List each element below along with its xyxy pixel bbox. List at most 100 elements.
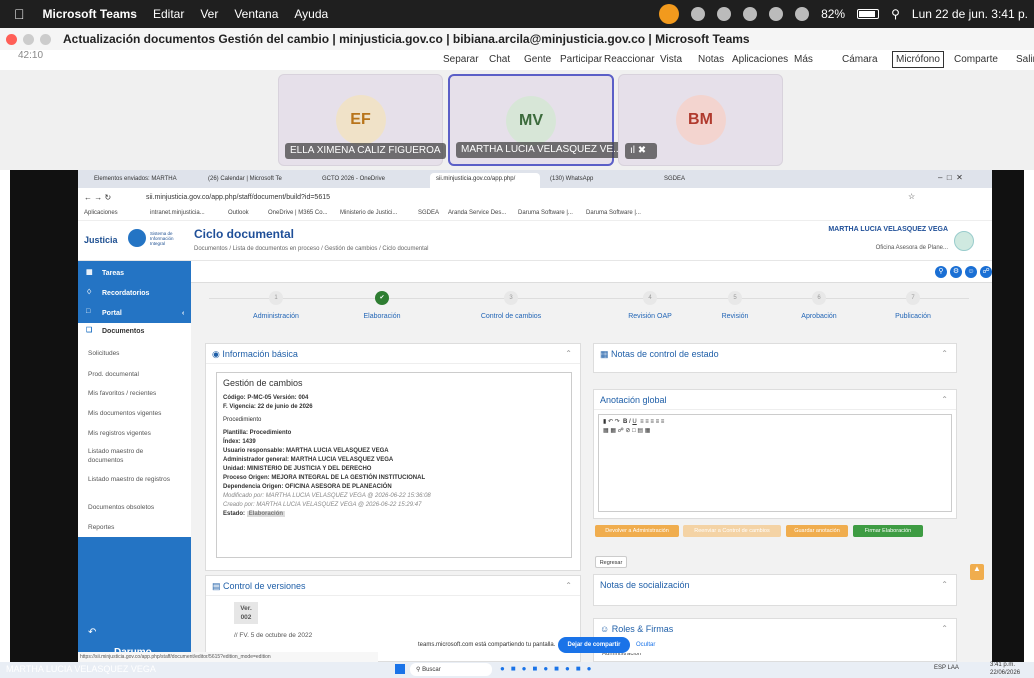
browser-tab[interactable]: Elementos enviados: MARTHA bbox=[88, 173, 198, 188]
step-revision[interactable]: 5 Revisión bbox=[690, 291, 780, 320]
submenu-favoritos[interactable]: Mis favoritos / recientes bbox=[88, 389, 178, 398]
status-icon[interactable] bbox=[743, 7, 758, 21]
bookmark[interactable]: OneDrive | M365 Co... bbox=[268, 210, 328, 216]
bookmark[interactable]: Outlook bbox=[228, 210, 249, 216]
link-icon[interactable]: ☍ bbox=[980, 266, 992, 278]
taskbar-search[interactable]: ⚲ Buscar bbox=[410, 663, 492, 676]
step-elaboracion[interactable]: ✔ Elaboración bbox=[337, 291, 427, 320]
menu-app[interactable]: Microsoft Teams bbox=[43, 7, 137, 21]
bookmark[interactable]: Daruma Software |... bbox=[518, 210, 573, 216]
submenu-prod-documental[interactable]: Prod. documental bbox=[88, 370, 178, 379]
close-window-button[interactable] bbox=[6, 33, 17, 45]
firmar-button[interactable]: Firmar Elaboración bbox=[853, 525, 923, 537]
browser-tab[interactable]: GCTO 2026 - OneDrive bbox=[316, 173, 426, 188]
chat-button[interactable]: Chat bbox=[489, 54, 510, 65]
participant-tile-active[interactable]: MV MARTHA LUCIA VELASQUEZ VE... bbox=[448, 74, 627, 166]
star-icon[interactable]: ☆ bbox=[908, 192, 915, 201]
hide-button[interactable]: Ocultar bbox=[636, 642, 655, 648]
info-header[interactable]: ◉ Información básica ⌃ bbox=[206, 344, 580, 364]
user-name[interactable]: MARTHA LUCIA VELASQUEZ VEGA bbox=[818, 226, 948, 233]
reenviar-button[interactable]: Reenviar a Control de cambios bbox=[683, 525, 781, 537]
menu-ayuda[interactable]: Ayuda bbox=[294, 7, 328, 21]
submenu-reportes[interactable]: Reportes bbox=[88, 523, 178, 532]
taskbar-date[interactable]: 22/06/2026 bbox=[990, 670, 1020, 676]
bookmark[interactable]: Ministerio de Justici... bbox=[340, 210, 397, 216]
wifi-icon[interactable] bbox=[795, 7, 810, 21]
windows-start-icon[interactable] bbox=[395, 664, 405, 674]
nav-arrows-icon[interactable]: ← → ↻ bbox=[84, 193, 111, 202]
submenu-mis-documentos[interactable]: Mis documentos vigentes bbox=[88, 409, 178, 418]
window-controls-icon[interactable]: – □ ✕ bbox=[938, 173, 963, 182]
bookmark[interactable]: Daruma Software |... bbox=[586, 210, 641, 216]
socializacion-header[interactable]: Notas de socialización ⌃ bbox=[594, 575, 956, 595]
minimize-window-button[interactable] bbox=[23, 33, 34, 45]
separar-button[interactable]: Separar bbox=[443, 54, 479, 65]
participant-tile[interactable]: EF ELLA XIMENA CALIZ FIGUEROA bbox=[278, 74, 446, 166]
maximize-window-button[interactable] bbox=[40, 33, 51, 45]
annotation-editor[interactable]: ▮ ↶ ↷ B I U ≡ ≡ ≡ ≡ ≡ ▦ ▦ ☍ ⊘ □ ▤ ▦ bbox=[598, 414, 952, 512]
submenu-mis-registros[interactable]: Mis registros vigentes bbox=[88, 429, 178, 438]
devolver-button[interactable]: Devolver a Administración bbox=[595, 525, 679, 537]
salir-button[interactable]: Salir bbox=[1016, 54, 1034, 65]
browser-tab[interactable]: (26) Calendar | Microsoft Te bbox=[202, 173, 312, 188]
gente-button[interactable]: Gente bbox=[524, 54, 551, 65]
step-aprobacion[interactable]: 6 Aprobación bbox=[774, 291, 864, 320]
bookmark[interactable]: Aplicaciones bbox=[84, 210, 118, 216]
sidebar-item-documentos[interactable]: ❏ Documentos bbox=[78, 323, 191, 341]
sidebar-item-portal[interactable]: □ Portal ‹ bbox=[78, 305, 191, 323]
mic-active-icon[interactable] bbox=[659, 4, 680, 24]
notas-button[interactable]: Notas bbox=[698, 54, 724, 65]
compartir-button[interactable]: Comparte bbox=[954, 54, 998, 65]
submenu-obsoletos[interactable]: Documentos obsoletos bbox=[88, 503, 178, 512]
taskbar-apps-icon[interactable]: ●■●■●■●■● bbox=[500, 664, 598, 673]
submenu-listado-documentos[interactable]: Listado maestro de documentos bbox=[88, 447, 178, 465]
sidebar-item-tareas[interactable]: ▦ Tareas bbox=[78, 265, 191, 283]
annotation-header[interactable]: Anotación global ⌃ bbox=[594, 390, 956, 410]
step-control-cambios[interactable]: 3 Control de cambios bbox=[466, 291, 556, 320]
regresar-button[interactable]: Regresar bbox=[595, 556, 627, 568]
clock[interactable]: Lun 22 de jun. 3:41 p. bbox=[912, 7, 1028, 21]
breadcrumb[interactable]: Documentos / Lista de documentos en proc… bbox=[194, 246, 428, 252]
bookmark[interactable]: intranet.minjusticia... bbox=[150, 210, 205, 216]
menu-ver[interactable]: Ver bbox=[200, 7, 218, 21]
collapse-icon[interactable]: ↶ bbox=[88, 627, 96, 638]
submenu-listado-registros[interactable]: Listado maestro de registros bbox=[88, 475, 178, 484]
language-indicator[interactable]: ESP LAA bbox=[934, 665, 959, 671]
vista-button[interactable]: Vista bbox=[660, 54, 682, 65]
browser-tab-active[interactable]: sii.minjusticia.gov.co/app.php/ bbox=[430, 173, 540, 188]
browser-tab[interactable]: (130) WhatsApp bbox=[544, 173, 654, 188]
status-icon[interactable] bbox=[717, 7, 732, 21]
url-field[interactable]: sii.minjusticia.gov.co/app.php/staff/doc… bbox=[146, 194, 330, 201]
stop-sharing-button[interactable]: Dejar de compartir bbox=[558, 637, 630, 653]
step-administracion[interactable]: 1 Administración bbox=[231, 291, 321, 320]
menu-editar[interactable]: Editar bbox=[153, 7, 184, 21]
reaccionar-button[interactable]: Reaccionar bbox=[604, 54, 655, 65]
participant-tile[interactable]: BM ıl ✖ bbox=[618, 74, 783, 166]
battery-icon[interactable] bbox=[857, 9, 880, 19]
state-notes-header[interactable]: ▦ Notas de control de estado ⌃ bbox=[594, 344, 956, 364]
status-icon[interactable] bbox=[691, 7, 706, 21]
aplicaciones-button[interactable]: Aplicaciones bbox=[732, 54, 788, 65]
participar-button[interactable]: Participar bbox=[560, 54, 602, 65]
cloud-icon[interactable] bbox=[769, 7, 784, 21]
step-revision-oap[interactable]: 4 Revisión OAP bbox=[605, 291, 695, 320]
submenu-solicitudes[interactable]: Solicitudes bbox=[88, 349, 178, 358]
sidebar-item-recordatorios[interactable]: ♢ Recordatorios bbox=[78, 285, 191, 303]
bookmark[interactable]: SGDEA bbox=[418, 210, 439, 216]
feedback-icon[interactable]: ▲ bbox=[970, 564, 984, 580]
step-publicacion[interactable]: 7 Publicación bbox=[868, 291, 958, 320]
taskbar-time[interactable]: 3:41 p.m. bbox=[990, 662, 1015, 668]
mas-button[interactable]: Más bbox=[794, 54, 813, 65]
roles-header[interactable]: ☺ Roles & Firmas ⌃ bbox=[594, 619, 956, 639]
user-avatar[interactable] bbox=[954, 231, 974, 251]
settings-icon[interactable]: ⚙ bbox=[950, 266, 962, 278]
guardar-anotacion-button[interactable]: Guardar anotación bbox=[786, 525, 848, 537]
apple-icon[interactable]:  bbox=[14, 6, 25, 22]
search-icon[interactable]: ⚲ bbox=[935, 266, 947, 278]
browser-tab[interactable]: SGDEA bbox=[658, 173, 768, 188]
microfono-button[interactable]: Micrófono bbox=[892, 51, 944, 68]
search-icon[interactable]: ⚲ bbox=[891, 7, 900, 21]
users-icon[interactable]: ☺ bbox=[965, 266, 977, 278]
versions-header[interactable]: ▤ Control de versiones ⌃ bbox=[206, 576, 580, 596]
menu-ventana[interactable]: Ventana bbox=[234, 7, 278, 21]
